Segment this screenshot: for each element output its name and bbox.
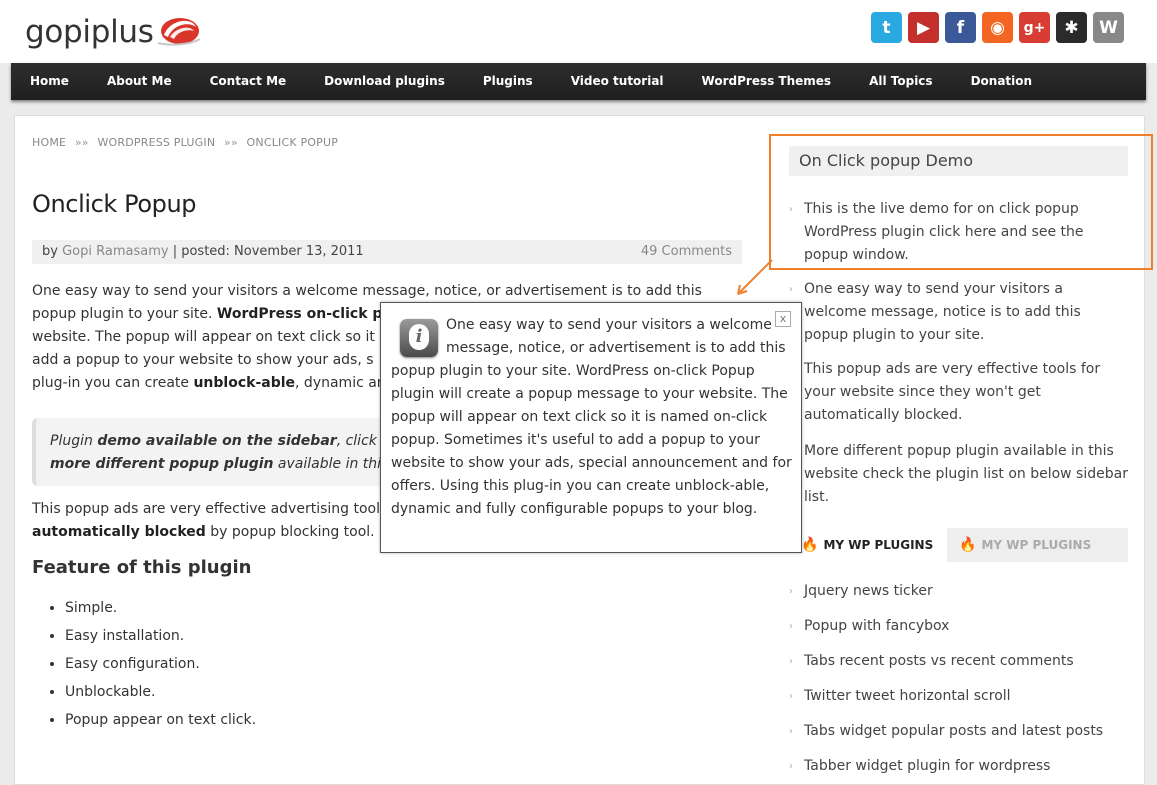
plugin-tabs: 🔥 MY WP PLUGINS 🔥 MY WP PLUGINS [789, 528, 1128, 562]
nav-plugins[interactable]: Plugins [464, 63, 552, 100]
nav-donation[interactable]: Donation [952, 63, 1051, 100]
comments-link[interactable]: 49 Comments [641, 240, 732, 264]
site-logo[interactable]: gopiplus [25, 12, 202, 52]
by-label: by [42, 244, 58, 259]
google-plus-icon[interactable]: g+ [1019, 12, 1050, 43]
nav-home[interactable]: Home [11, 63, 88, 100]
nav-contact-me[interactable]: Contact Me [191, 63, 306, 100]
features-list: Simple.Easy installation.Easy configurat… [32, 594, 256, 734]
feature-item: Simple. [65, 594, 256, 622]
posted-date: | posted: November 13, 2011 [172, 244, 364, 259]
breadcrumb-current: ONCLICK POPUP [246, 136, 339, 149]
arrow-right-icon: › [789, 726, 793, 737]
logo-text: gopiplus [25, 14, 154, 50]
nav-about-me[interactable]: About Me [88, 63, 191, 100]
plugin-link[interactable]: › Tabs widget popular posts and latest po… [789, 720, 1129, 743]
plugin-link[interactable]: › Twitter tweet horizontal scroll [789, 685, 1129, 708]
arrow-right-icon: › [789, 761, 793, 772]
breadcrumb-home[interactable]: HOME [32, 136, 66, 149]
sidebar-item: ›This popup ads are very effective tools… [789, 358, 1129, 427]
feature-item: Easy configuration. [65, 650, 256, 678]
arrow-right-icon: › [789, 656, 793, 667]
breadcrumb-separator: »» [74, 136, 89, 149]
sidebar-item[interactable]: › This is the live demo for on click popu… [789, 198, 1129, 267]
arrow-right-icon: › [789, 586, 793, 597]
facebook-icon[interactable]: f [945, 12, 976, 43]
wordpress-icon[interactable]: W [1093, 12, 1124, 43]
onclick-popup: i x One easy way to send your visitors a… [380, 302, 802, 553]
main-nav: Home About Me Contact Me Download plugins Pl… [11, 63, 1146, 100]
feature-item: Unblockable. [65, 678, 256, 706]
arrow-right-icon: › [789, 204, 793, 215]
nav-download-plugins[interactable]: Download plugins [305, 63, 464, 100]
feature-item: Popup appear on text click. [65, 706, 256, 734]
features-heading: Feature of this plugin [32, 557, 252, 578]
sidebar-item: ›More different popup plugin available i… [789, 440, 1129, 509]
nav-wordpress-themes[interactable]: WordPress Themes [683, 63, 851, 100]
tab-my-wp-plugins[interactable]: 🔥 MY WP PLUGINS [947, 528, 1103, 562]
flame-icon: 🔥 [801, 537, 819, 553]
plugin-link[interactable]: › Tabs recent posts vs recent comments [789, 650, 1129, 673]
rss-icon[interactable]: ◉ [982, 12, 1013, 43]
feature-item: Easy installation. [65, 622, 256, 650]
author-link[interactable]: Gopi Ramasamy [62, 244, 168, 259]
arrow-right-icon: › [789, 621, 793, 632]
plugin-link[interactable]: › Tabber widget plugin for wordpress [789, 755, 1129, 778]
demo-note: Plugin demo available on the sidebar, cl… [32, 418, 392, 486]
plugin-link[interactable]: › Popup with fancybox [789, 615, 1129, 638]
arrow-right-icon: › [789, 284, 793, 295]
post-meta: by Gopi Ramasamy | posted: November 13, … [32, 240, 742, 264]
tab-my-wp-plugins-active[interactable]: 🔥 MY WP PLUGINS [789, 528, 947, 562]
popup-message: One easy way to send your visitors a wel… [391, 317, 792, 517]
nav-all-topics[interactable]: All Topics [850, 63, 952, 100]
twitter-icon[interactable]: t [871, 12, 902, 43]
logo-swirl-icon [157, 18, 201, 46]
page-title: Onclick Popup [32, 190, 197, 218]
arrow-right-icon: › [789, 691, 793, 702]
flame-icon: 🔥 [959, 537, 977, 553]
text-line: One easy way to send your visitors a wel… [32, 283, 702, 299]
breadcrumb-separator: »» [223, 136, 238, 149]
youtube-icon[interactable]: ▶ [908, 12, 939, 43]
social-links: t ▶ f ◉ g+ ✱ W [871, 12, 1124, 43]
callout-arrow-icon [737, 259, 773, 295]
joomla-icon[interactable]: ✱ [1056, 12, 1087, 43]
sidebar-item: › One easy way to send your visitors a we… [789, 278, 1129, 347]
nav-video-tutorial[interactable]: Video tutorial [552, 63, 683, 100]
breadcrumb-section[interactable]: WORDPRESS PLUGIN [97, 136, 215, 149]
plugin-link[interactable]: › Jquery news ticker [789, 580, 1129, 603]
breadcrumb: HOME »» WORDPRESS PLUGIN »» ONCLICK POPU… [32, 136, 338, 149]
widget-title: On Click popup Demo [789, 146, 1128, 176]
site-header: gopiplus t ▶ f ◉ g+ ✱ W [0, 0, 1157, 63]
